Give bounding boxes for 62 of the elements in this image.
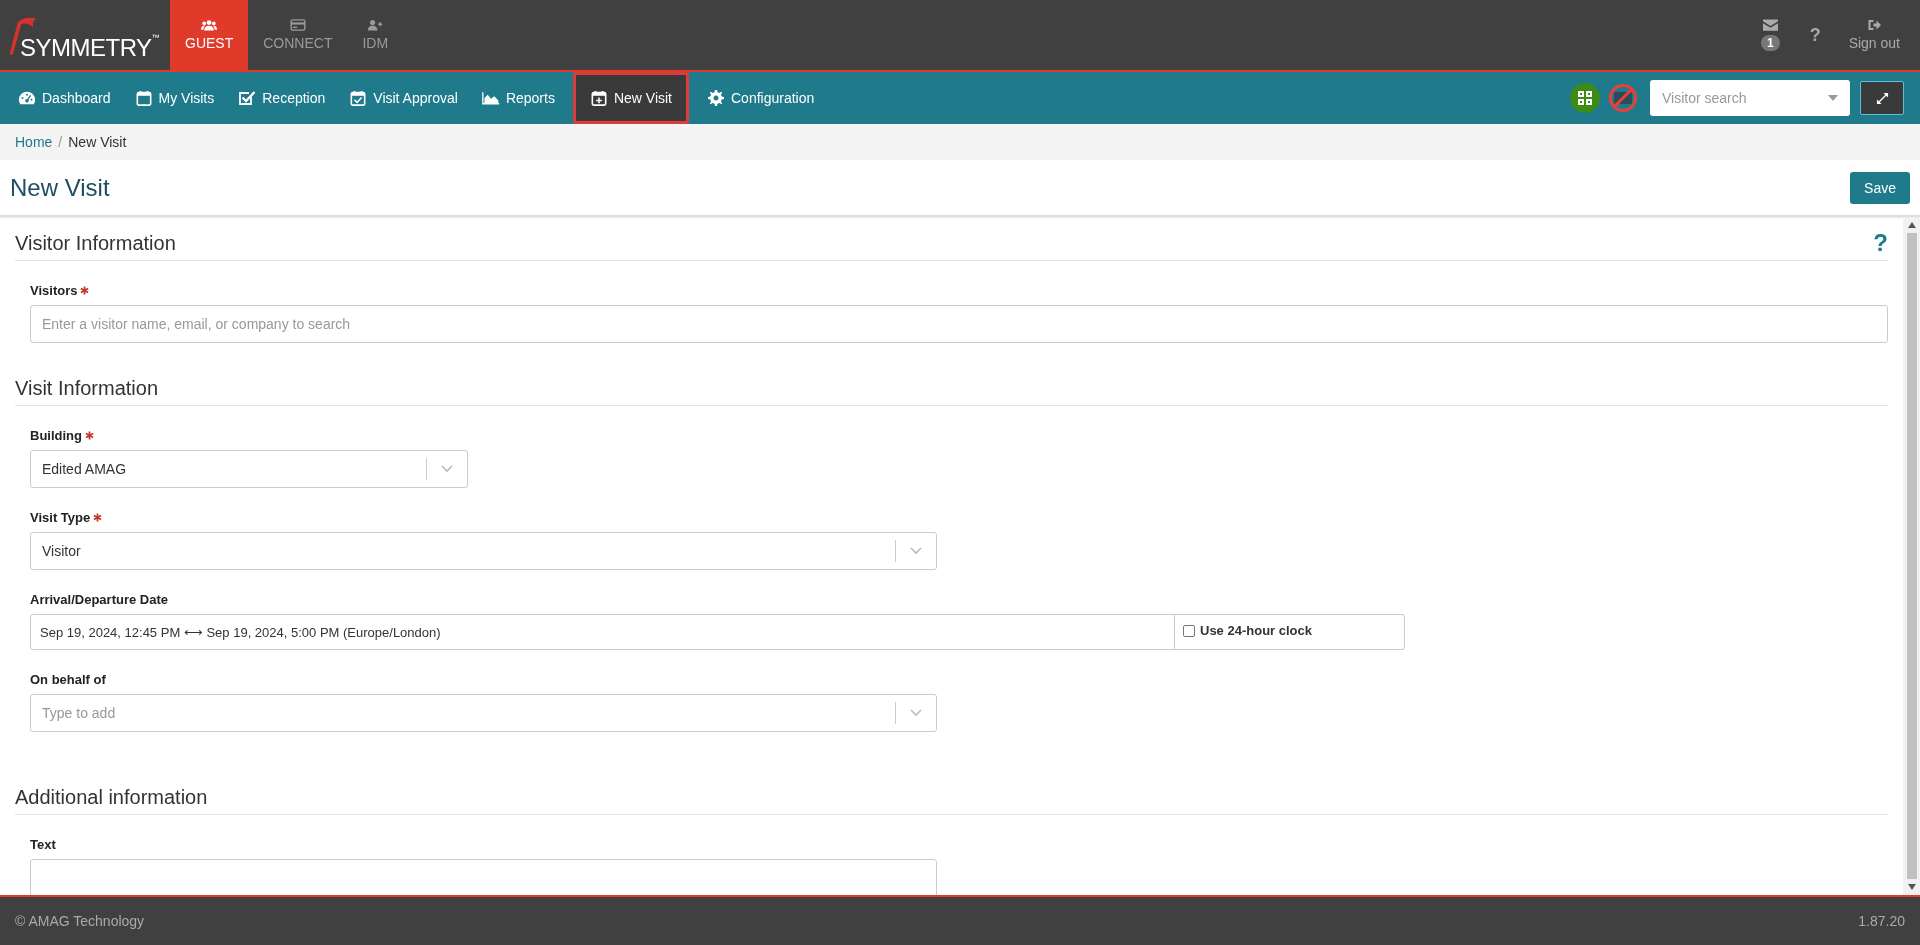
field-label: Building (30, 428, 82, 443)
settings-icon (707, 90, 725, 106)
field-label: Visitors (30, 283, 78, 298)
module-tab[interactable]: IDM (347, 0, 404, 70)
sign-out-icon (1866, 19, 1882, 31)
field-label: Text (30, 837, 56, 852)
nav-tab[interactable]: My Visits (122, 79, 227, 117)
field-label: Arrival/Departure Date (30, 592, 168, 607)
page-title: New Visit (10, 173, 110, 202)
section-heading: Visit Information (15, 377, 159, 400)
calendar-icon (589, 90, 608, 106)
field-label: On behalf of (30, 672, 106, 687)
scrollbar[interactable] (1903, 217, 1920, 895)
nav-tab[interactable]: Visit Approval (337, 79, 470, 117)
copyright-text: © AMAG Technology (15, 913, 145, 929)
required-icon (93, 513, 103, 522)
checked-box-icon (238, 90, 257, 106)
calendar-icon (349, 90, 368, 106)
expand-icon (1875, 91, 1889, 105)
version-text: 1.87.20 (1858, 913, 1905, 929)
nav-tab[interactable]: Dashboard (6, 79, 123, 117)
scroll-down-icon[interactable] (1907, 884, 1916, 890)
breadcrumb-current: New Visit (68, 134, 127, 150)
select-field[interactable]: Visitor (30, 532, 937, 570)
required-icon (80, 286, 90, 295)
visitor-search-field[interactable]: Visitor search (1650, 80, 1850, 116)
select-field[interactable]: Edited AMAG (30, 450, 468, 488)
module-tab[interactable]: CONNECT (248, 0, 348, 70)
nav-tab[interactable]: Reception (226, 79, 338, 117)
sign-out-button[interactable]: Sign out (1836, 0, 1920, 70)
required-icon (85, 431, 94, 440)
chevron-down-icon (441, 465, 453, 473)
card-icon (289, 19, 306, 31)
select-field[interactable]: Type to add (30, 694, 937, 732)
input-field[interactable]: Enter a visitor name, email, or company to search (30, 305, 1888, 343)
expand-button[interactable] (1860, 81, 1904, 115)
help-button[interactable]: ? (1793, 0, 1837, 70)
messages-button[interactable]: 1 (1746, 0, 1794, 70)
caret-icon (1828, 95, 1838, 101)
breadcrumb-separator: / (58, 134, 63, 150)
message-count-badge: 1 (1760, 35, 1780, 51)
section-heading: Visitor Information (15, 231, 176, 255)
gauge-icon (18, 90, 36, 106)
nav-tab[interactable]: Configuration (695, 79, 827, 117)
chevron-down-icon (910, 709, 922, 717)
calendar-icon (134, 90, 153, 106)
add-user-icon (367, 19, 384, 31)
qr-code-icon[interactable] (1570, 83, 1600, 113)
help-button[interactable]: ? (1873, 231, 1888, 255)
nav-tab[interactable]: Reports (469, 79, 567, 117)
module-tab[interactable]: GUEST (170, 0, 249, 70)
symmetry-logo: SYMMETRY$^{™}$ (0, 0, 170, 70)
area-chart-icon (481, 90, 500, 106)
section-heading: Additional information (15, 786, 208, 809)
people-icon (201, 19, 218, 31)
save-button[interactable]: Save (1850, 171, 1910, 204)
breadcrumb-link[interactable]: Home (15, 134, 53, 150)
field-label: Visit Type (30, 510, 91, 525)
nav-tab[interactable]: New Visit (572, 72, 689, 124)
chevron-down-icon (910, 547, 922, 555)
scroll-up-icon[interactable] (1907, 222, 1916, 228)
envelope-icon (1762, 19, 1778, 31)
